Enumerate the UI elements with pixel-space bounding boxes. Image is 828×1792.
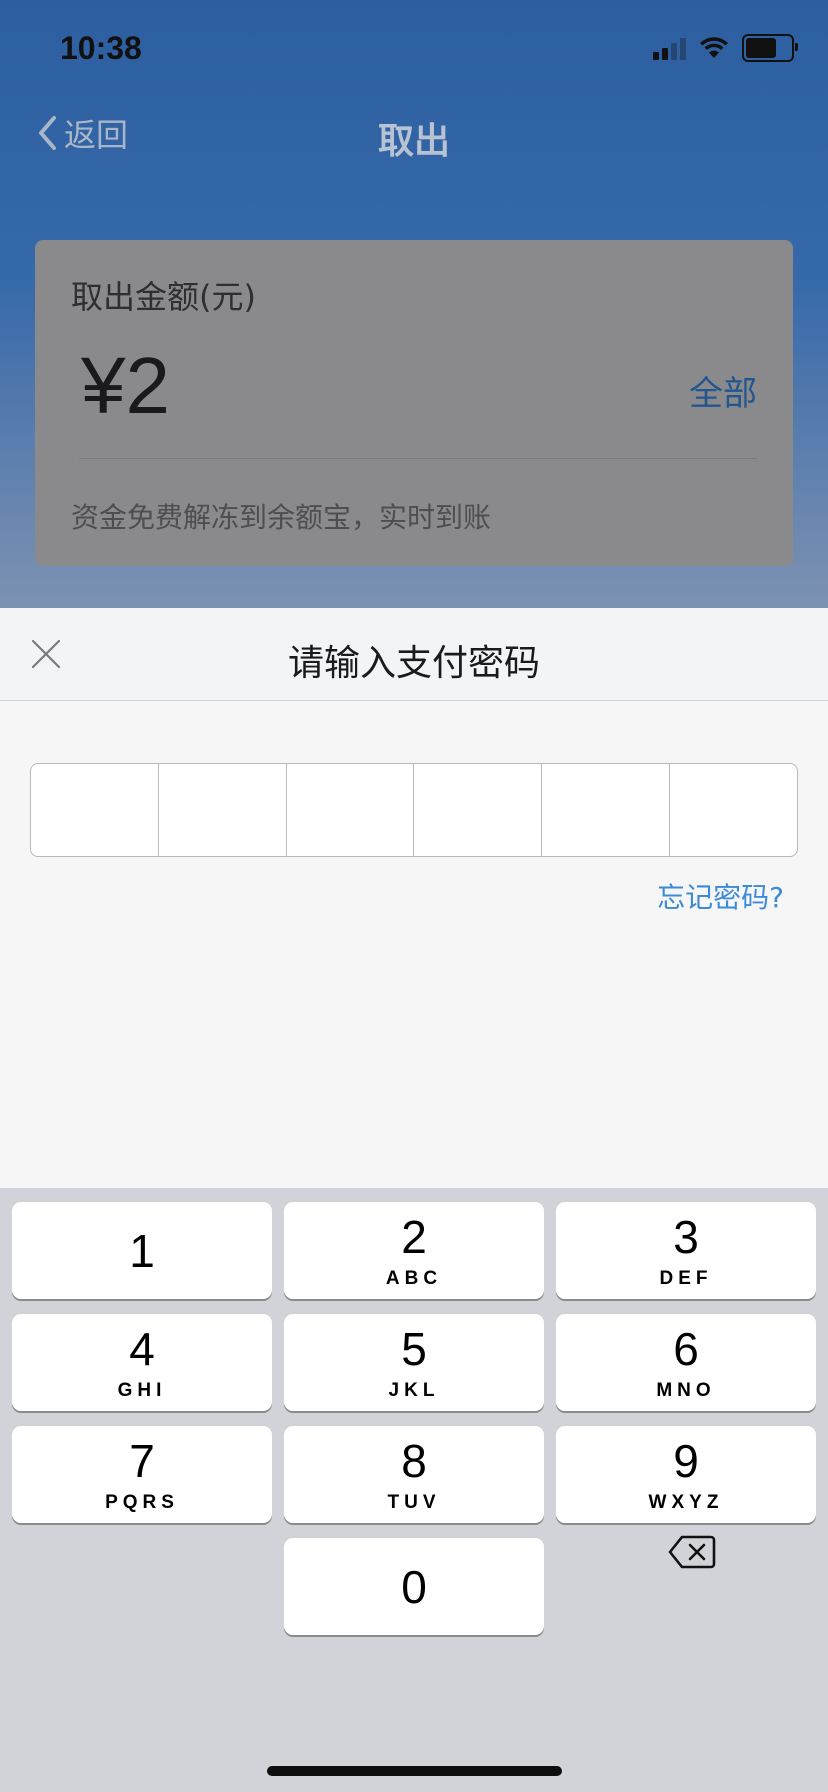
withdraw-all-button[interactable]: 全部 (689, 366, 757, 415)
key-0[interactable]: 0 (284, 1538, 544, 1635)
key-digit: 1 (129, 1225, 155, 1277)
key-6[interactable]: 6 MNO (556, 1314, 816, 1411)
key-digit: 6 (673, 1323, 699, 1375)
key-digit: 4 (129, 1323, 155, 1375)
battery-icon (742, 34, 798, 62)
divider (79, 458, 757, 459)
status-bar: 10:38 (0, 0, 828, 96)
amount-label: 取出金额(元) (71, 278, 256, 316)
password-digit-cell[interactable] (31, 764, 159, 856)
amount-row: ¥2 全部 (71, 340, 757, 440)
password-digit-cell[interactable] (287, 764, 415, 856)
withdraw-amount-card: 取出金额(元) ¥2 全部 资金免费解冻到余额宝，实时到账 (35, 240, 793, 566)
key-letters: GHI (117, 1380, 167, 1401)
backspace-icon[interactable] (668, 1534, 716, 1570)
password-input[interactable] (30, 763, 798, 857)
key-digit: 2 (401, 1211, 427, 1263)
key-7[interactable]: 7 PQRS (12, 1426, 272, 1523)
amount-input[interactable]: ¥2 (81, 340, 170, 432)
key-letters: MNO (656, 1380, 716, 1401)
key-digit: 7 (129, 1435, 155, 1487)
background-page: 10:38 返回 取出 取出金额(元) ¥2 全部 资金免费解冻到余额宝，实时到… (0, 0, 828, 620)
status-icons (653, 34, 798, 62)
key-digit: 9 (673, 1435, 699, 1487)
key-9[interactable]: 9 WXYZ (556, 1426, 816, 1523)
page-title: 取出 (377, 121, 450, 162)
sheet-header: 请输入支付密码 (0, 608, 828, 701)
key-letters: PQRS (105, 1492, 179, 1513)
payment-password-sheet: 请输入支付密码 忘记密码? (0, 608, 828, 1188)
key-letters: WXYZ (648, 1492, 724, 1513)
key-2[interactable]: 2 ABC (284, 1202, 544, 1299)
amount-hint: 资金免费解冻到余额宝，实时到账 (71, 501, 492, 534)
key-digit: 5 (401, 1323, 427, 1375)
password-digit-cell[interactable] (414, 764, 543, 856)
cellular-signal-icon (653, 36, 686, 60)
key-4[interactable]: 4 GHI (12, 1314, 272, 1411)
key-5[interactable]: 5 JKL (284, 1314, 544, 1411)
navigation-bar: 返回 取出 (0, 96, 828, 168)
key-letters: TUV (387, 1492, 441, 1513)
key-8[interactable]: 8 TUV (284, 1426, 544, 1523)
sheet-title: 请输入支付密码 (287, 643, 540, 684)
numeric-keypad: 1 2 ABC 3 DEF 4 GHI 5 JKL 6 MNO 7 PQRS 8… (0, 1188, 828, 1792)
password-digit-cell[interactable] (670, 764, 797, 856)
key-letters: JKL (388, 1380, 440, 1401)
forgot-password-link[interactable]: 忘记密码? (657, 876, 784, 916)
key-3[interactable]: 3 DEF (556, 1202, 816, 1299)
password-digit-cell[interactable] (542, 764, 671, 856)
status-time: 10:38 (60, 30, 142, 66)
password-digit-cell[interactable] (159, 764, 287, 856)
key-letters: ABC (385, 1268, 443, 1289)
key-digit: 8 (401, 1435, 427, 1487)
key-1[interactable]: 1 (12, 1202, 272, 1299)
key-digit: 0 (401, 1561, 427, 1613)
key-digit: 3 (673, 1211, 699, 1263)
key-letters: DEF (659, 1268, 713, 1289)
wifi-icon (700, 37, 728, 58)
home-indicator (267, 1766, 562, 1776)
